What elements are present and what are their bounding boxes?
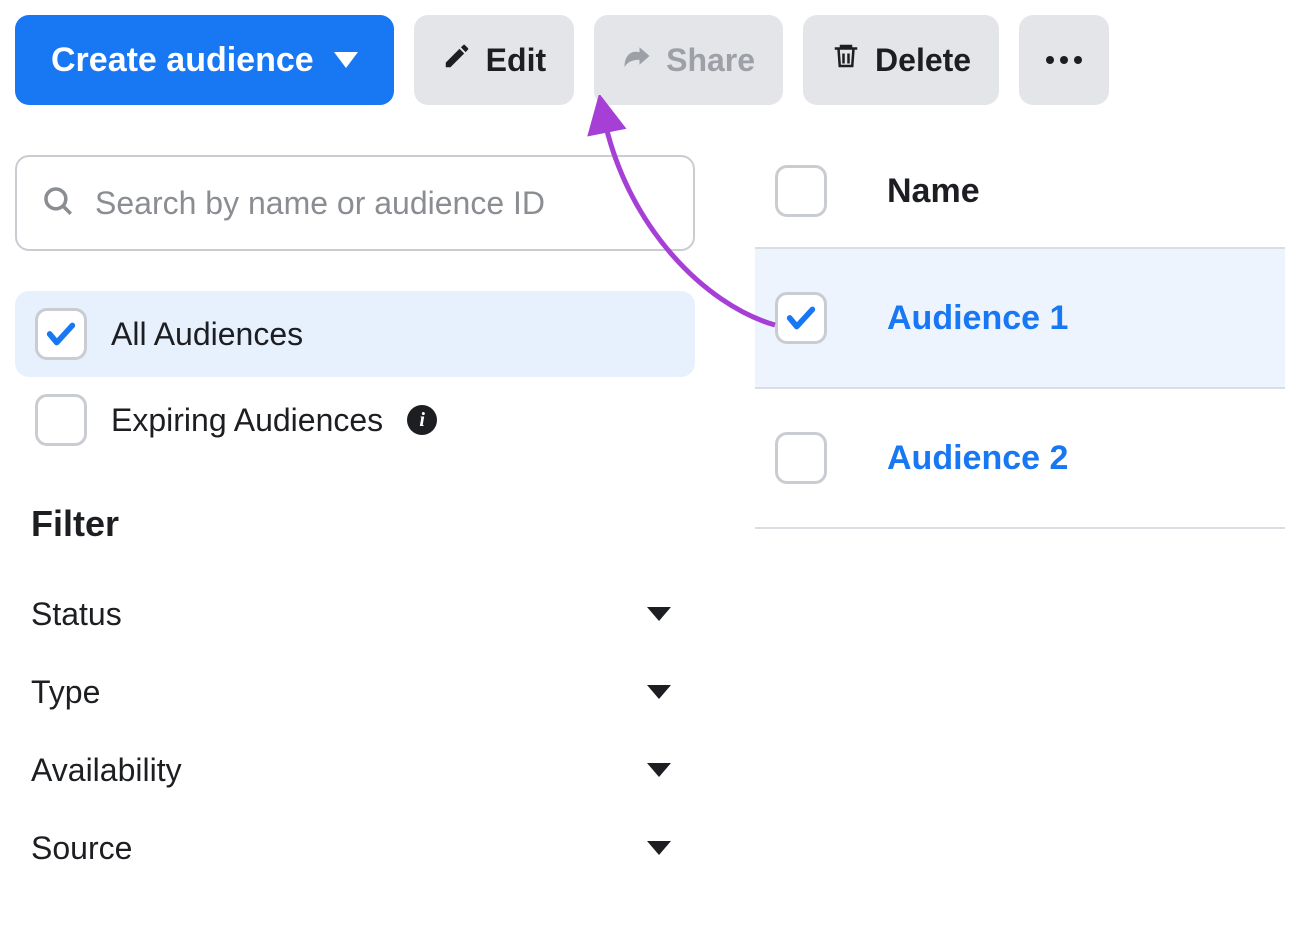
info-icon[interactable]: i: [407, 405, 437, 435]
pencil-icon: [442, 41, 472, 79]
filter-source[interactable]: Source: [15, 809, 695, 887]
delete-label: Delete: [875, 42, 971, 79]
edit-label: Edit: [486, 42, 546, 79]
trash-icon: [831, 41, 861, 79]
search-field[interactable]: [15, 155, 695, 251]
delete-button[interactable]: Delete: [803, 15, 999, 105]
search-icon: [41, 184, 75, 223]
chevron-down-icon: [647, 607, 671, 621]
row-checkbox[interactable]: [775, 432, 827, 484]
table-row[interactable]: Audience 1: [755, 249, 1285, 389]
filter-heading: Filter: [31, 503, 695, 545]
filter-type[interactable]: Type: [15, 653, 695, 731]
table-header: Name: [755, 155, 1285, 249]
share-icon: [622, 41, 652, 79]
audience-scope-list: All Audiences Expiring Audiences i: [15, 291, 695, 463]
select-all-checkbox[interactable]: [775, 165, 827, 217]
sidebar-item-label: Expiring Audiences: [111, 402, 383, 439]
chevron-down-icon: [647, 841, 671, 855]
toolbar: Create audience Edit Share Delete: [15, 15, 1285, 105]
filter-label: Status: [31, 596, 122, 633]
filter-label: Type: [31, 674, 100, 711]
table-row[interactable]: Audience 2: [755, 389, 1285, 529]
audience-link[interactable]: Audience 2: [887, 439, 1068, 478]
row-checkbox[interactable]: [775, 292, 827, 344]
search-input[interactable]: [93, 184, 669, 223]
create-audience-label: Create audience: [51, 41, 314, 80]
filter-availability[interactable]: Availability: [15, 731, 695, 809]
sidebar-item-expiring-audiences[interactable]: Expiring Audiences i: [15, 377, 695, 463]
more-icon: [1046, 56, 1082, 64]
edit-button[interactable]: Edit: [414, 15, 574, 105]
share-button[interactable]: Share: [594, 15, 783, 105]
share-label: Share: [666, 42, 755, 79]
filter-label: Availability: [31, 752, 182, 789]
checkbox[interactable]: [35, 308, 87, 360]
column-name-header: Name: [887, 172, 980, 211]
caret-down-icon: [334, 52, 358, 68]
sidebar-item-all-audiences[interactable]: All Audiences: [15, 291, 695, 377]
more-button[interactable]: [1019, 15, 1109, 105]
chevron-down-icon: [647, 763, 671, 777]
chevron-down-icon: [647, 685, 671, 699]
create-audience-button[interactable]: Create audience: [15, 15, 394, 105]
checkbox[interactable]: [35, 394, 87, 446]
sidebar-item-label: All Audiences: [111, 316, 303, 353]
audience-link[interactable]: Audience 1: [887, 299, 1068, 338]
filter-label: Source: [31, 830, 132, 867]
filter-status[interactable]: Status: [15, 575, 695, 653]
